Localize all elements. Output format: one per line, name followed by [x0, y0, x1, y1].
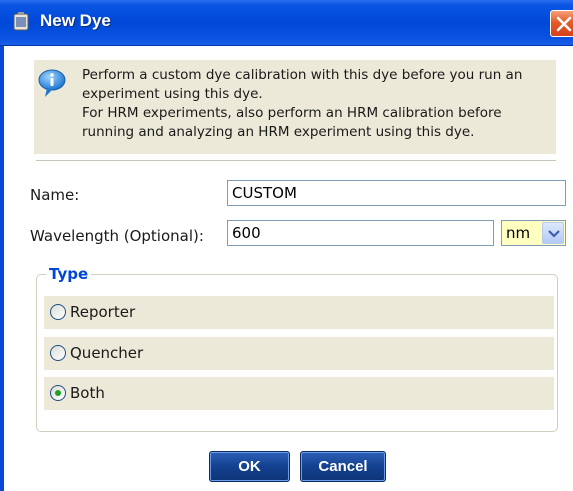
radio-selected-dot [55, 390, 61, 396]
close-button[interactable] [550, 10, 573, 37]
unit-select[interactable]: nm [501, 220, 566, 246]
radio-button[interactable] [50, 345, 66, 361]
radio-label: Reporter [70, 303, 136, 321]
radio-label: Quencher [70, 344, 144, 362]
dye-bottle-icon [11, 12, 33, 32]
name-label: Name: [30, 186, 80, 204]
chevron-down-icon [548, 230, 560, 238]
name-input[interactable] [227, 180, 566, 206]
cancel-button[interactable]: Cancel [300, 451, 386, 482]
title-bar[interactable]: New Dye [0, 0, 573, 46]
wavelength-label: Wavelength (Optional): [30, 227, 204, 245]
divider [36, 160, 556, 161]
info-icon [37, 68, 69, 100]
radio-button[interactable] [50, 304, 66, 320]
info-message: Perform a custom dye calibration with th… [82, 67, 523, 140]
type-group-legend: Type [46, 265, 92, 283]
radio-option-both[interactable]: Both [44, 377, 554, 410]
radio-option-reporter[interactable]: Reporter [44, 296, 554, 329]
radio-option-quencher[interactable]: Quencher [44, 337, 554, 370]
radio-button-selected[interactable] [50, 385, 66, 401]
new-dye-dialog: New Dye Perform a custom dye calibration… [0, 0, 573, 491]
radio-label: Both [70, 384, 105, 402]
close-icon [556, 16, 572, 32]
window-frame [0, 46, 4, 491]
wavelength-input[interactable] [227, 220, 494, 246]
unit-select-value: nm [506, 224, 531, 242]
window-title: New Dye [40, 11, 111, 30]
ok-button[interactable]: OK [209, 451, 290, 482]
unit-select-arrow[interactable] [542, 222, 564, 244]
